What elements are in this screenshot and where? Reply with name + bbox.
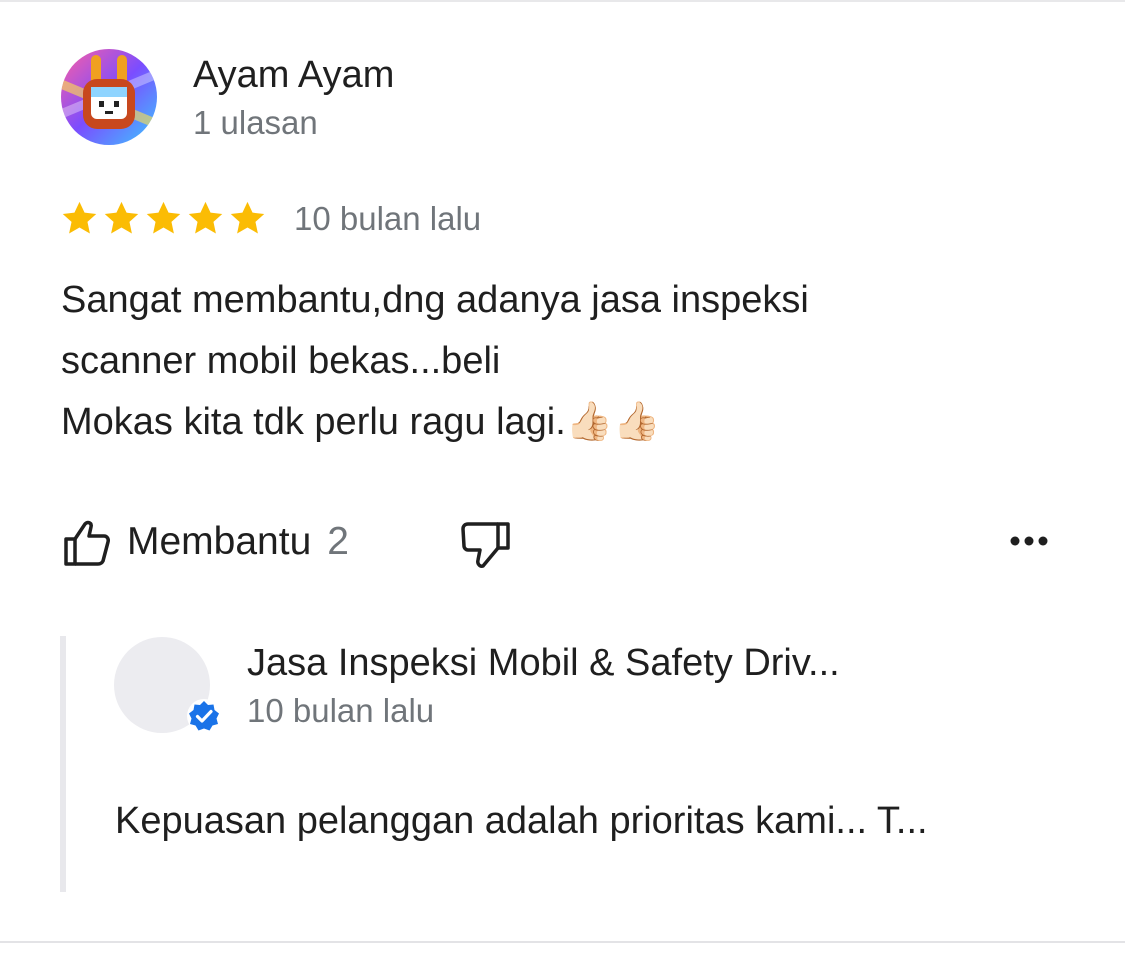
star-rating [60,199,267,239]
more-horizontal-icon [1010,536,1048,546]
thumb-down-icon [461,522,510,568]
star-icon [230,201,265,234]
owner-reply-text[interactable]: Kepuasan pelanggan adalah prioritas kami… [115,797,1065,845]
review-text: Sangat membantu,dng adanya jasa inspeksi… [61,279,809,443]
bottom-divider [0,941,1125,943]
helpful-label: Membantu [127,520,312,563]
star-icon [62,201,97,234]
helpful-count: 2 [327,520,349,563]
review-time: 10 bulan lalu [294,200,482,237]
reply-indent-bar [60,636,66,892]
verified-badge-icon [186,698,222,734]
reviewer-avatar[interactable] [61,49,157,145]
thumb-down-button[interactable] [458,516,514,572]
star-icon [146,201,181,234]
owner-reply-time: 10 bulan lalu [247,692,435,729]
more-options-button[interactable] [1007,525,1051,557]
reviewer-review-count: 1 ulasan [193,104,318,141]
star-icon [104,201,139,234]
helpful-button[interactable]: Membantu 2 [61,512,349,572]
star-icon [188,201,223,234]
top-divider [0,0,1125,2]
owner-name[interactable]: Jasa Inspeksi Mobil & Safety Driv... [247,640,947,686]
thumb-up-icon [64,520,110,566]
reviewer-name[interactable]: Ayam Ayam [193,52,394,98]
